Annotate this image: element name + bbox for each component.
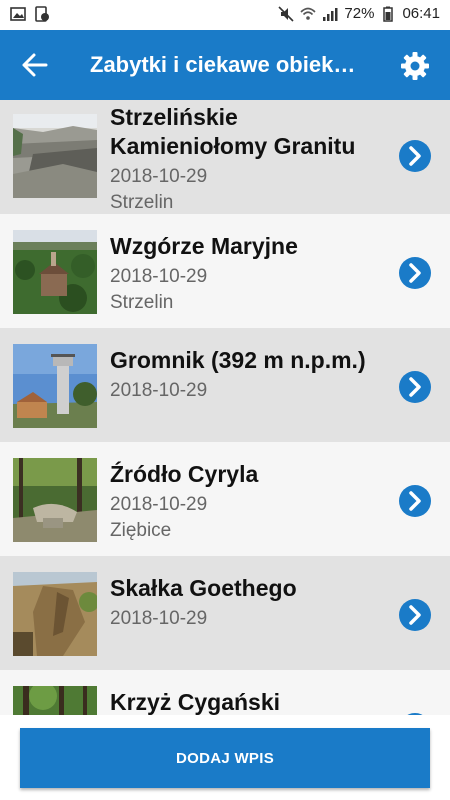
item-thumbnail <box>13 230 97 314</box>
add-entry-button[interactable]: DODAJ WPIS <box>20 728 430 788</box>
item-date: 2018-10-29 <box>110 266 208 287</box>
item-title: Skałka Goethego <box>110 575 297 601</box>
item-title: Krzyż Cygański <box>110 689 281 715</box>
page-title: Zabytki i ciekawe obiek… <box>90 52 356 77</box>
open-item-button[interactable] <box>399 485 431 517</box>
item-thumbnail <box>13 344 97 428</box>
item-date: 2018-10-29 <box>110 608 208 629</box>
quarry-photo <box>13 114 97 198</box>
item-thumbnail <box>13 114 97 198</box>
status-bar-left <box>10 6 50 22</box>
spring-photo <box>13 458 97 542</box>
item-title: Wzgórze Maryjne <box>110 233 298 259</box>
list-item[interactable]: Gromnik (392 m n.p.m.) 2018-10-29 <box>0 328 450 442</box>
list-item[interactable]: Źródło Cyryla 2018-10-29 Ziębice <box>0 442 450 556</box>
item-date: 2018-10-29 <box>110 380 208 401</box>
item-date: 2018-10-29 <box>110 166 208 187</box>
bottom-bar: DODAJ WPIS <box>0 715 450 800</box>
signal-icon <box>323 7 338 21</box>
app-bar: Zabytki i ciekawe obiek… <box>0 30 450 100</box>
settings-button[interactable] <box>400 51 430 81</box>
chevron-right-icon <box>409 146 421 166</box>
gear-icon <box>401 52 429 80</box>
item-title: Strzelińskie Kamieniołomy Granitu <box>110 104 356 159</box>
mute-icon <box>278 5 294 22</box>
item-location: Strzelin <box>110 292 174 313</box>
rock-photo <box>13 572 97 656</box>
item-title: Źródło Cyryla <box>110 461 259 487</box>
chevron-right-icon <box>409 263 421 283</box>
item-date: 2018-10-29 <box>110 494 208 515</box>
list-item[interactable]: Krzyż Cygański <box>0 670 450 720</box>
attractions-list: Strzelińskie Kamieniołomy Granitu 2018-1… <box>0 100 450 720</box>
open-item-button[interactable] <box>399 257 431 289</box>
battery-icon <box>383 6 394 22</box>
item-location: Strzelin <box>110 192 174 213</box>
open-item-button[interactable] <box>399 599 431 631</box>
battery-percent: 72% <box>344 5 375 22</box>
chevron-right-icon <box>409 377 421 397</box>
item-thumbnail <box>13 572 97 656</box>
hill-photo <box>13 230 97 314</box>
chevron-right-icon <box>409 605 421 625</box>
chevron-right-icon <box>409 491 421 511</box>
status-bar-right: 72% 06:41 <box>278 5 440 22</box>
open-item-button[interactable] <box>399 140 431 172</box>
wifi-icon <box>300 7 316 20</box>
clock: 06:41 <box>402 5 440 22</box>
gallery-icon <box>10 7 26 21</box>
list-item[interactable]: Wzgórze Maryjne 2018-10-29 Strzelin <box>0 214 450 328</box>
tower-photo <box>13 344 97 428</box>
screenshot-icon <box>35 6 49 22</box>
status-bar: 72% 06:41 <box>0 0 450 30</box>
item-title: Gromnik (392 m n.p.m.) <box>110 347 366 373</box>
item-location: Ziębice <box>110 520 172 541</box>
open-item-button[interactable] <box>399 371 431 403</box>
item-thumbnail <box>13 458 97 542</box>
list-item[interactable]: Strzelińskie Kamieniołomy Granitu 2018-1… <box>0 100 450 214</box>
list-item[interactable]: Skałka Goethego 2018-10-29 <box>0 556 450 670</box>
back-button[interactable] <box>20 51 50 79</box>
arrow-left-icon <box>22 53 48 77</box>
